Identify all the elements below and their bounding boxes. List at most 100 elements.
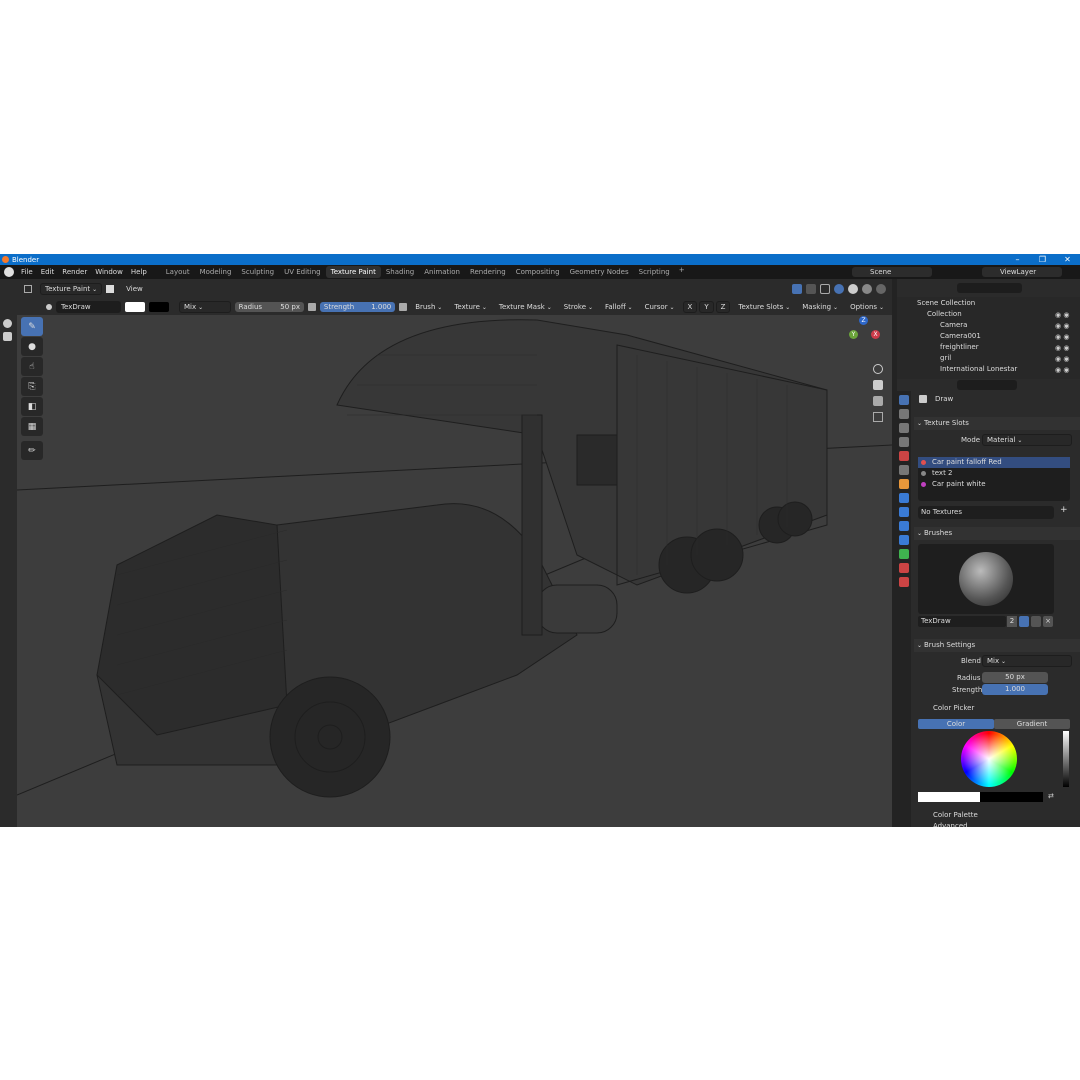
properties-search-input[interactable] xyxy=(957,380,1017,390)
tab-geometry-nodes[interactable]: Geometry Nodes xyxy=(565,266,634,278)
smear-tool-icon[interactable]: ☝ xyxy=(21,357,43,376)
blender-menu-icon[interactable] xyxy=(4,267,14,277)
perspective-grid-icon[interactable] xyxy=(873,412,883,422)
modifier-tab-icon[interactable] xyxy=(899,493,909,503)
texture-slots-menu[interactable]: Texture Slots xyxy=(734,302,794,312)
gizmo-z-icon[interactable]: Z xyxy=(859,316,868,325)
color-wheel[interactable] xyxy=(961,731,1017,787)
brush-settings-panel-header[interactable]: Brush Settings xyxy=(914,639,1080,652)
strength-settings-field[interactable]: 1.000 xyxy=(982,684,1048,695)
clone-tool-icon[interactable]: ⎘ xyxy=(21,377,43,396)
texture-menu[interactable]: Texture xyxy=(450,302,491,312)
annotate-tool-icon[interactable]: ✏ xyxy=(21,441,43,460)
tab-modeling[interactable]: Modeling xyxy=(195,266,237,278)
constraints-tab-icon[interactable] xyxy=(899,535,909,545)
value-slider[interactable] xyxy=(1063,731,1069,787)
xray-toggle-icon[interactable] xyxy=(820,283,830,294)
outliner-item-gril[interactable]: gril xyxy=(940,354,951,362)
brush-preview[interactable] xyxy=(918,544,1054,614)
radius-pressure-icon[interactable] xyxy=(308,302,316,311)
3d-viewport[interactable] xyxy=(17,315,892,827)
close-button[interactable]: ✕ xyxy=(1055,254,1080,265)
menu-render[interactable]: Render xyxy=(58,268,91,276)
soften-tool-icon[interactable]: ● xyxy=(21,337,43,356)
draw-tool-icon[interactable]: ✎ xyxy=(21,317,43,336)
outliner-item-camera001[interactable]: Camera001 xyxy=(940,332,981,340)
texture-tab-icon[interactable] xyxy=(899,577,909,587)
material-tab-icon[interactable] xyxy=(899,563,909,573)
view-layer-tab-icon[interactable] xyxy=(899,437,909,447)
primary-color-swatch[interactable] xyxy=(125,301,146,312)
tool-tab-icon[interactable] xyxy=(899,395,909,405)
menu-file[interactable]: File xyxy=(17,268,37,276)
navigation-gizmo[interactable]: Z X Y xyxy=(845,316,885,366)
secondary-color-swatch[interactable] xyxy=(149,301,170,312)
cursor-menu[interactable]: Cursor xyxy=(641,302,679,312)
color-palette-header[interactable]: Color Palette xyxy=(933,811,978,819)
tab-texture-paint[interactable]: Texture Paint xyxy=(325,266,381,278)
mode-dropdown[interactable]: Texture Paint xyxy=(40,282,103,295)
gizmo-x-icon[interactable]: X xyxy=(871,330,880,339)
fill-tool-icon[interactable]: ◧ xyxy=(21,397,43,416)
strength-field[interactable]: Strength 1.000 xyxy=(319,301,396,312)
minimize-button[interactable]: – xyxy=(1005,254,1030,265)
particles-tab-icon[interactable] xyxy=(899,507,909,517)
falloff-menu[interactable]: Falloff xyxy=(601,302,637,312)
editor-type-icon[interactable] xyxy=(24,284,32,293)
tab-sculpting[interactable]: Sculpting xyxy=(236,266,279,278)
color-picker-header[interactable]: Color Picker xyxy=(933,704,974,712)
blend-dropdown[interactable]: Mix xyxy=(982,655,1072,667)
blend-mode-dropdown[interactable]: Mix xyxy=(179,300,231,313)
tab-animation[interactable]: Animation xyxy=(419,266,465,278)
texture-slot-item[interactable]: Car paint falloff Red xyxy=(918,457,1070,468)
add-texture-button[interactable]: + xyxy=(1060,505,1068,515)
outliner-item-freightliner[interactable]: freightliner xyxy=(940,343,979,351)
strength-pressure-icon[interactable] xyxy=(399,302,408,311)
primary-color-bar[interactable] xyxy=(918,792,980,802)
scene-collection-label[interactable]: Scene Collection xyxy=(917,299,975,307)
rendered-shading-icon[interactable] xyxy=(876,283,886,294)
swap-colors-icon[interactable]: ⇄ xyxy=(1048,792,1058,802)
radius-field[interactable]: Radius 50 px xyxy=(234,301,304,312)
visibility-eye-icons[interactable]: ◉ ◉ ◉ ◉ ◉ ◉ ◉ ◉ ◉ ◉ ◉ ◉ xyxy=(1055,310,1069,376)
camera-view-icon[interactable] xyxy=(873,396,883,406)
mirror-x-toggle[interactable]: X xyxy=(682,300,698,313)
view-layer-selector[interactable]: ViewLayer xyxy=(982,267,1062,277)
tab-rendering[interactable]: Rendering xyxy=(465,266,511,278)
outliner-search-input[interactable] xyxy=(957,283,1022,293)
outliner-item-camera[interactable]: Camera xyxy=(940,321,967,329)
paint-mask-toggle[interactable] xyxy=(106,284,115,293)
fake-user-shield-icon[interactable] xyxy=(1019,616,1029,627)
view-menu[interactable]: View xyxy=(126,285,143,293)
tab-uv-editing[interactable]: UV Editing xyxy=(279,266,326,278)
pan-hand-icon[interactable] xyxy=(873,380,883,390)
options-menu[interactable]: Options xyxy=(846,302,888,312)
zoom-icon[interactable] xyxy=(873,364,883,374)
color-tab[interactable]: Color xyxy=(918,719,994,729)
unlink-brush-icon[interactable]: × xyxy=(1043,616,1053,627)
duplicate-brush-icon[interactable] xyxy=(1031,616,1041,627)
wireframe-shading-icon[interactable] xyxy=(834,283,844,294)
output-tab-icon[interactable] xyxy=(899,423,909,433)
masking-menu[interactable]: Masking xyxy=(798,302,842,312)
mirror-z-toggle[interactable]: Z xyxy=(715,300,731,313)
overlay-toggle-icon[interactable] xyxy=(806,283,816,294)
texture-slots-panel-header[interactable]: Texture Slots xyxy=(914,417,1080,430)
advanced-header[interactable]: Advanced xyxy=(933,822,968,827)
gizmo-toggle-icon[interactable] xyxy=(792,283,802,294)
brush-menu[interactable]: Brush xyxy=(411,302,446,312)
mask-tool-icon[interactable]: ▦ xyxy=(21,417,43,436)
menu-edit[interactable]: Edit xyxy=(37,268,59,276)
texture-slot-item[interactable]: text 2 xyxy=(918,468,1070,479)
gradient-tab[interactable]: Gradient xyxy=(994,719,1070,729)
texture-slot-item[interactable]: Car paint white xyxy=(918,479,1070,490)
no-textures-field[interactable]: No Textures xyxy=(918,506,1054,519)
mode-dropdown-props[interactable]: Material xyxy=(982,434,1072,446)
tab-layout[interactable]: Layout xyxy=(161,266,195,278)
tab-compositing[interactable]: Compositing xyxy=(511,266,565,278)
secondary-color-bar[interactable] xyxy=(980,792,1043,802)
collection-item[interactable]: Collection xyxy=(927,310,962,318)
scene-selector[interactable]: Scene xyxy=(852,267,932,277)
brushes-panel-header[interactable]: Brushes xyxy=(914,527,1080,540)
brush-name-field[interactable]: TexDraw xyxy=(55,300,122,313)
